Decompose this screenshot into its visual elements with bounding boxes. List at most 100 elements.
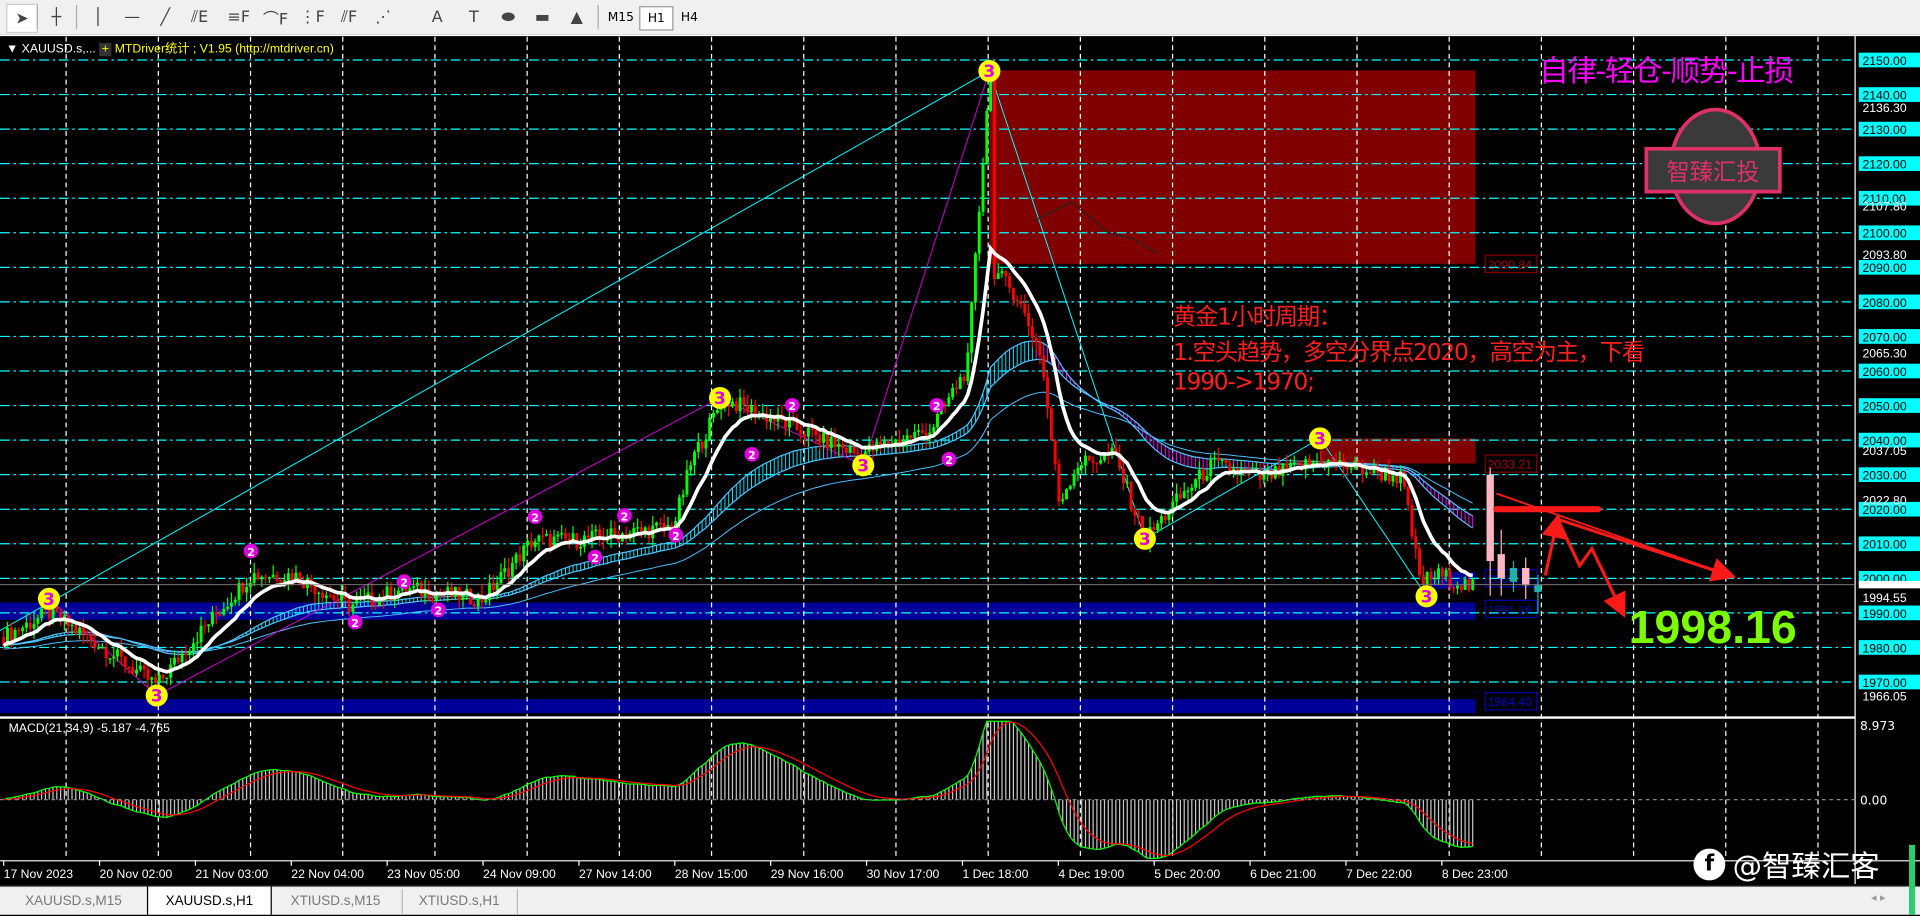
candle-body [321, 592, 325, 599]
candle-body [1133, 509, 1137, 516]
candle-body [21, 627, 25, 632]
candle-body [712, 412, 715, 418]
wave-2-label: 2 [621, 510, 629, 523]
candle-body [472, 604, 476, 607]
tab-xtiusd-s-h1[interactable]: XTIUSD.s,H1 [402, 888, 518, 914]
candle-body [1122, 468, 1125, 484]
candle-body [1433, 577, 1437, 580]
wave-2-label: 2 [788, 400, 796, 413]
candle-body [1125, 482, 1129, 484]
stamp-logo: 智臻汇投 [1644, 105, 1785, 227]
wave-2-label: 2 [672, 530, 680, 543]
collapse-icon[interactable]: ▼ [6, 43, 22, 56]
candle-body [662, 523, 666, 528]
lower-supply-zone-label: 2033.21 [1488, 458, 1532, 472]
candle-body [1053, 439, 1057, 465]
candle-body [833, 436, 837, 447]
candle-body [1080, 465, 1084, 469]
candle-body [32, 623, 36, 629]
wave-3-label: 3 [1314, 429, 1326, 449]
candle-body [742, 397, 746, 405]
candle-body [89, 634, 93, 641]
candle-body [347, 598, 351, 613]
candle-body [252, 573, 256, 583]
candle-body [1421, 574, 1425, 585]
candle-body [1429, 572, 1433, 580]
candle-body [484, 600, 488, 603]
scrollbar[interactable] [1908, 844, 1916, 915]
tab-xtiusd-s-m15[interactable]: XTIUSD.s,M15 [269, 888, 403, 914]
time-label: 7 Dec 22:00 [1346, 867, 1412, 881]
price-tick-label: 1966.05 [1862, 690, 1906, 704]
candle-body [28, 622, 32, 629]
candle-body [203, 625, 207, 628]
tab-xauusd-s-h1[interactable]: XAUUSD.s,H1 [146, 886, 272, 915]
chart-header: ▼ XAUUSD.s,... + MTDriver统计 ; V1.95 (htt… [6, 38, 334, 57]
wave-2-label: 2 [400, 577, 408, 590]
price-level-label: 2080.00 [1862, 296, 1906, 310]
candle-body [1391, 475, 1395, 482]
candle-body [138, 665, 142, 670]
main-demand-zone-label: 1991.16 [1488, 603, 1532, 617]
candle-body [1456, 585, 1459, 589]
candle-body [685, 470, 689, 495]
candle-body [1030, 326, 1034, 338]
time-label: 6 Dec 21:00 [1250, 867, 1316, 881]
candle-body [848, 446, 852, 454]
wave-3-label: 3 [983, 62, 995, 82]
candle-body [514, 554, 518, 563]
candle-body [100, 647, 104, 649]
candle-body [947, 397, 951, 405]
candle-body [920, 430, 924, 433]
watermark: f @智臻汇客 [1693, 842, 1880, 885]
candle-body [1216, 457, 1220, 461]
wave-3-label: 3 [857, 456, 869, 476]
candle-body [256, 573, 260, 580]
candle-body [74, 625, 78, 633]
candle-body [852, 446, 856, 453]
candle-body [286, 573, 290, 581]
candle-body [1087, 455, 1091, 461]
tab-scroll-arrows[interactable]: ◂ ▸ [1871, 893, 1886, 905]
candle-body [1027, 312, 1031, 327]
time-label: 22 Nov 04:00 [291, 867, 364, 881]
candle-body [81, 627, 85, 634]
candle-body [734, 401, 738, 412]
candle-body [1224, 459, 1228, 464]
candle-body [992, 73, 996, 280]
candle-body [495, 583, 499, 591]
candle-body [643, 527, 647, 531]
candle-body [1182, 491, 1186, 499]
candle-body [1380, 472, 1384, 481]
tab-xauusd-s-m15[interactable]: XAUUSD.s,M15 [0, 888, 149, 914]
candle-body [1156, 523, 1160, 530]
candle-body [590, 531, 594, 539]
price-level-label: 2010.00 [1862, 538, 1906, 552]
candle-body [533, 541, 537, 548]
candle-body [822, 431, 826, 443]
indicator-label: MTDriver统计 ; V1.95 (http://mtdriver.cn) [114, 42, 334, 57]
candle-body [260, 576, 264, 580]
candle-body [24, 622, 28, 628]
candle-body [1368, 472, 1372, 474]
candle-body [340, 594, 343, 601]
candle-body [973, 253, 977, 303]
candle-body [708, 417, 712, 440]
wave-2-label: 2 [435, 605, 443, 618]
chart-tabs: XAUUSD.s,M15 XAUUSD.s,H1 XTIUSD.s,M15 XTIUS… [0, 885, 1920, 915]
candle-body [188, 650, 192, 656]
candle-body [1364, 472, 1368, 475]
candle-body [522, 545, 526, 562]
candle-body [913, 432, 917, 438]
candle-body [700, 441, 704, 449]
candle-body [954, 387, 958, 390]
candle-body [917, 430, 920, 433]
wave-3-label: 3 [1139, 530, 1151, 550]
wave-2-label: 2 [933, 400, 941, 413]
price-chart[interactable]: 2090.842033.211991.162001.751964.4033333… [0, 0, 1920, 885]
price-tick-label: 2107.80 [1862, 200, 1906, 214]
price-level-label: 1990.00 [1862, 607, 1906, 621]
time-label: 27 Nov 14:00 [579, 867, 652, 881]
candle-body [1057, 464, 1061, 502]
candle-body [184, 653, 188, 656]
